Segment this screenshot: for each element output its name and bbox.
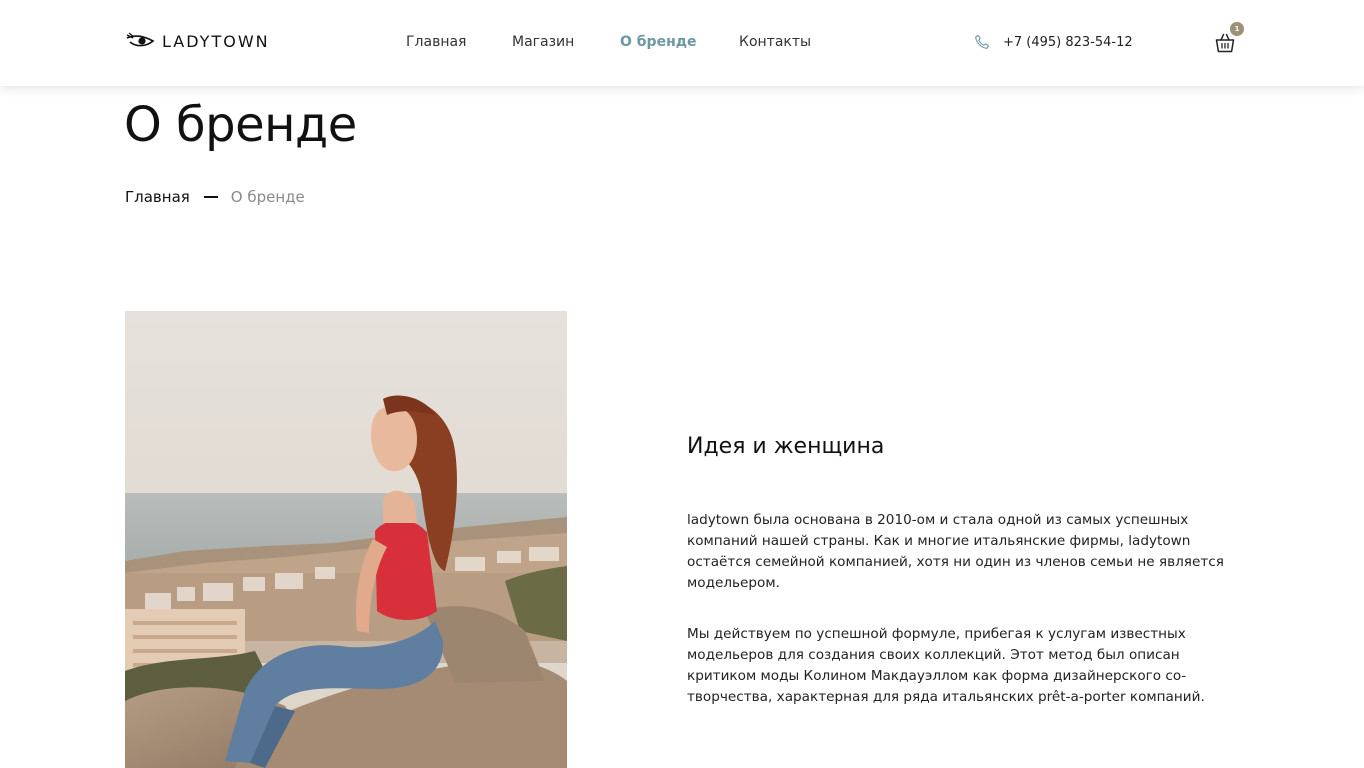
paragraph-intro: ladytown была основана в 2010-ом и стала… <box>687 512 1224 591</box>
brand-photo <box>125 311 567 768</box>
breadcrumb-home-link[interactable]: Главная <box>125 188 190 206</box>
nav-link-shop[interactable]: Магазин <box>512 32 574 52</box>
breadcrumb-separator <box>203 196 218 198</box>
breadcrumb: Главная О бренде <box>125 186 305 208</box>
nav-link-contacts[interactable]: Контакты <box>739 32 811 52</box>
site-header: LADYTOWN Главная Магазин О бренде Контак… <box>0 0 1364 86</box>
page-title: О бренде <box>124 97 357 153</box>
paragraph-method: Мы действуем по успешной формуле, прибег… <box>687 626 1205 705</box>
breadcrumb-current: О бренде <box>230 188 305 206</box>
nav-link-home[interactable]: Главная <box>406 32 466 52</box>
section-title: Идея и женщина <box>687 434 885 459</box>
phone-link[interactable]: +7 (495) 823-54-12 <box>974 31 1133 53</box>
phone-number: +7 (495) 823-54-12 <box>1003 34 1133 50</box>
phone-icon <box>975 34 990 49</box>
logo-text: LADYTOWN <box>162 32 270 51</box>
nav-link-about[interactable]: О бренде <box>620 32 697 52</box>
eye-icon <box>126 32 155 47</box>
cart-count-badge: 1 <box>1230 22 1244 36</box>
logo[interactable]: LADYTOWN <box>126 31 270 53</box>
